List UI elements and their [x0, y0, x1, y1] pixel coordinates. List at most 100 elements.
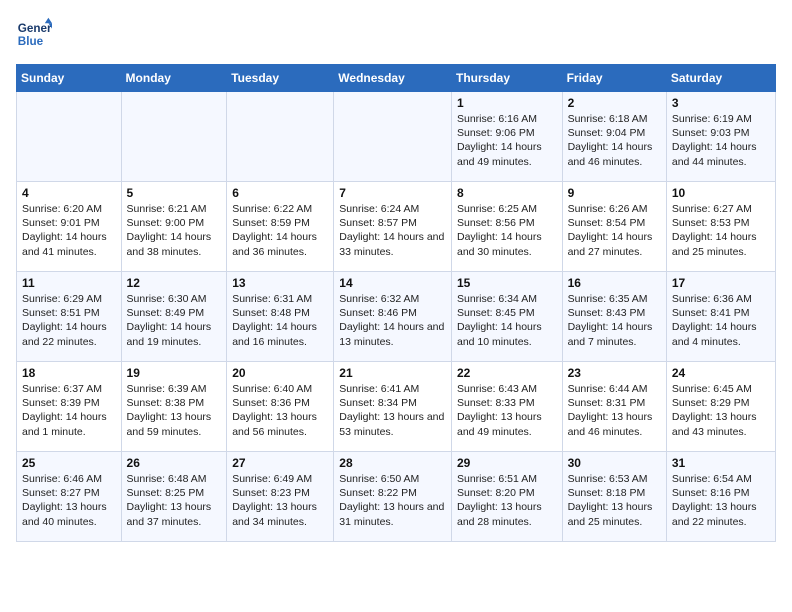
- calendar-cell: 18Sunrise: 6:37 AM Sunset: 8:39 PM Dayli…: [17, 362, 122, 452]
- calendar-cell: [334, 92, 452, 182]
- day-info: Sunrise: 6:22 AM Sunset: 8:59 PM Dayligh…: [232, 202, 328, 259]
- day-number: 28: [339, 456, 446, 470]
- calendar-cell: [121, 92, 227, 182]
- day-number: 4: [22, 186, 116, 200]
- calendar-cell: 1 Sunrise: 6:16 AM Sunset: 9:06 PM Daylig…: [451, 92, 562, 182]
- calendar-cell: 30 Sunrise: 6:53 AM Sunset: 8:18 PM Dayli…: [562, 452, 666, 542]
- day-number: 23: [568, 366, 661, 380]
- logo: General Blue: [16, 16, 58, 52]
- header-saturday: Saturday: [666, 65, 775, 92]
- day-number: 31: [672, 456, 770, 470]
- day-info: Sunrise: 6:54 AM Sunset: 8:16 PM Dayligh…: [672, 472, 770, 529]
- day-number: 20: [232, 366, 328, 380]
- calendar-table: SundayMondayTuesdayWednesdayThursdayFrid…: [16, 64, 776, 542]
- calendar-cell: 22 Sunrise: 6:43 AM Sunset: 8:33 PM Dayli…: [451, 362, 562, 452]
- day-info: Sunrise: 6:26 AM Sunset: 8:54 PM Dayligh…: [568, 202, 661, 259]
- calendar-cell: 20 Sunrise: 6:40 AM Sunset: 8:36 PM Dayli…: [227, 362, 334, 452]
- calendar-cell: 19 Sunrise: 6:39 AM Sunset: 8:38 PM Dayli…: [121, 362, 227, 452]
- day-info: Sunrise: 6:45 AM Sunset: 8:29 PM Dayligh…: [672, 382, 770, 439]
- calendar-cell: 8 Sunrise: 6:25 AM Sunset: 8:56 PM Daylig…: [451, 182, 562, 272]
- day-info: Sunrise: 6:44 AM Sunset: 8:31 PM Dayligh…: [568, 382, 661, 439]
- day-info: Sunrise: 6:53 AM Sunset: 8:18 PM Dayligh…: [568, 472, 661, 529]
- calendar-week-3: 11Sunrise: 6:29 AM Sunset: 8:51 PM Dayli…: [17, 272, 776, 362]
- calendar-cell: 16 Sunrise: 6:35 AM Sunset: 8:43 PM Dayli…: [562, 272, 666, 362]
- header-monday: Monday: [121, 65, 227, 92]
- calendar-week-2: 4Sunrise: 6:20 AM Sunset: 9:01 PM Daylig…: [17, 182, 776, 272]
- calendar-cell: 12 Sunrise: 6:30 AM Sunset: 8:49 PM Dayli…: [121, 272, 227, 362]
- day-number: 12: [127, 276, 222, 290]
- header-thursday: Thursday: [451, 65, 562, 92]
- calendar-cell: 28Sunrise: 6:50 AM Sunset: 8:22 PM Dayli…: [334, 452, 452, 542]
- day-number: 3: [672, 96, 770, 110]
- day-number: 17: [672, 276, 770, 290]
- calendar-cell: 23 Sunrise: 6:44 AM Sunset: 8:31 PM Dayli…: [562, 362, 666, 452]
- day-number: 19: [127, 366, 222, 380]
- day-info: Sunrise: 6:31 AM Sunset: 8:48 PM Dayligh…: [232, 292, 328, 349]
- day-number: 25: [22, 456, 116, 470]
- calendar-cell: 29 Sunrise: 6:51 AM Sunset: 8:20 PM Dayli…: [451, 452, 562, 542]
- day-number: 16: [568, 276, 661, 290]
- day-info: Sunrise: 6:48 AM Sunset: 8:25 PM Dayligh…: [127, 472, 222, 529]
- day-number: 11: [22, 276, 116, 290]
- day-number: 5: [127, 186, 222, 200]
- day-number: 26: [127, 456, 222, 470]
- day-number: 8: [457, 186, 557, 200]
- calendar-cell: 17 Sunrise: 6:36 AM Sunset: 8:41 PM Dayli…: [666, 272, 775, 362]
- day-info: Sunrise: 6:27 AM Sunset: 8:53 PM Dayligh…: [672, 202, 770, 259]
- day-number: 14: [339, 276, 446, 290]
- day-info: Sunrise: 6:49 AM Sunset: 8:23 PM Dayligh…: [232, 472, 328, 529]
- day-number: 30: [568, 456, 661, 470]
- day-info: Sunrise: 6:43 AM Sunset: 8:33 PM Dayligh…: [457, 382, 557, 439]
- calendar-cell: 14 Sunrise: 6:32 AM Sunset: 8:46 PM Dayli…: [334, 272, 452, 362]
- calendar-cell: 15Sunrise: 6:34 AM Sunset: 8:45 PM Dayli…: [451, 272, 562, 362]
- day-number: 22: [457, 366, 557, 380]
- day-info: Sunrise: 6:25 AM Sunset: 8:56 PM Dayligh…: [457, 202, 557, 259]
- day-number: 2: [568, 96, 661, 110]
- calendar-cell: 24 Sunrise: 6:45 AM Sunset: 8:29 PM Dayli…: [666, 362, 775, 452]
- svg-text:Blue: Blue: [18, 35, 44, 48]
- day-number: 1: [457, 96, 557, 110]
- calendar-cell: 7 Sunrise: 6:24 AM Sunset: 8:57 PM Daylig…: [334, 182, 452, 272]
- calendar-cell: 26 Sunrise: 6:48 AM Sunset: 8:25 PM Dayli…: [121, 452, 227, 542]
- day-info: Sunrise: 6:16 AM Sunset: 9:06 PM Dayligh…: [457, 112, 557, 169]
- calendar-cell: 11Sunrise: 6:29 AM Sunset: 8:51 PM Dayli…: [17, 272, 122, 362]
- day-number: 15: [457, 276, 557, 290]
- calendar-header-row: SundayMondayTuesdayWednesdayThursdayFrid…: [17, 65, 776, 92]
- day-number: 18: [22, 366, 116, 380]
- day-number: 9: [568, 186, 661, 200]
- day-info: Sunrise: 6:51 AM Sunset: 8:20 PM Dayligh…: [457, 472, 557, 529]
- day-info: Sunrise: 6:24 AM Sunset: 8:57 PM Dayligh…: [339, 202, 446, 259]
- day-number: 6: [232, 186, 328, 200]
- day-number: 13: [232, 276, 328, 290]
- logo-icon: General Blue: [16, 16, 52, 52]
- day-info: Sunrise: 6:41 AM Sunset: 8:34 PM Dayligh…: [339, 382, 446, 439]
- calendar-cell: 2 Sunrise: 6:18 AM Sunset: 9:04 PM Daylig…: [562, 92, 666, 182]
- calendar-cell: 3Sunrise: 6:19 AM Sunset: 9:03 PM Daylig…: [666, 92, 775, 182]
- calendar-cell: [227, 92, 334, 182]
- day-number: 29: [457, 456, 557, 470]
- calendar-cell: 13 Sunrise: 6:31 AM Sunset: 8:48 PM Dayli…: [227, 272, 334, 362]
- day-number: 7: [339, 186, 446, 200]
- day-info: Sunrise: 6:18 AM Sunset: 9:04 PM Dayligh…: [568, 112, 661, 169]
- svg-text:General: General: [18, 22, 52, 35]
- day-info: Sunrise: 6:30 AM Sunset: 8:49 PM Dayligh…: [127, 292, 222, 349]
- day-number: 27: [232, 456, 328, 470]
- calendar-cell: 27 Sunrise: 6:49 AM Sunset: 8:23 PM Dayli…: [227, 452, 334, 542]
- day-info: Sunrise: 6:36 AM Sunset: 8:41 PM Dayligh…: [672, 292, 770, 349]
- day-number: 21: [339, 366, 446, 380]
- calendar-cell: 6 Sunrise: 6:22 AM Sunset: 8:59 PM Daylig…: [227, 182, 334, 272]
- calendar-week-1: 1 Sunrise: 6:16 AM Sunset: 9:06 PM Daylig…: [17, 92, 776, 182]
- day-info: Sunrise: 6:21 AM Sunset: 9:00 PM Dayligh…: [127, 202, 222, 259]
- day-number: 24: [672, 366, 770, 380]
- calendar-cell: 21 Sunrise: 6:41 AM Sunset: 8:34 PM Dayli…: [334, 362, 452, 452]
- header-wednesday: Wednesday: [334, 65, 452, 92]
- day-info: Sunrise: 6:39 AM Sunset: 8:38 PM Dayligh…: [127, 382, 222, 439]
- page-header: General Blue: [16, 16, 776, 52]
- calendar-cell: [17, 92, 122, 182]
- day-info: Sunrise: 6:32 AM Sunset: 8:46 PM Dayligh…: [339, 292, 446, 349]
- calendar-week-4: 18Sunrise: 6:37 AM Sunset: 8:39 PM Dayli…: [17, 362, 776, 452]
- calendar-cell: 25Sunrise: 6:46 AM Sunset: 8:27 PM Dayli…: [17, 452, 122, 542]
- calendar-week-5: 25Sunrise: 6:46 AM Sunset: 8:27 PM Dayli…: [17, 452, 776, 542]
- day-info: Sunrise: 6:35 AM Sunset: 8:43 PM Dayligh…: [568, 292, 661, 349]
- day-info: Sunrise: 6:40 AM Sunset: 8:36 PM Dayligh…: [232, 382, 328, 439]
